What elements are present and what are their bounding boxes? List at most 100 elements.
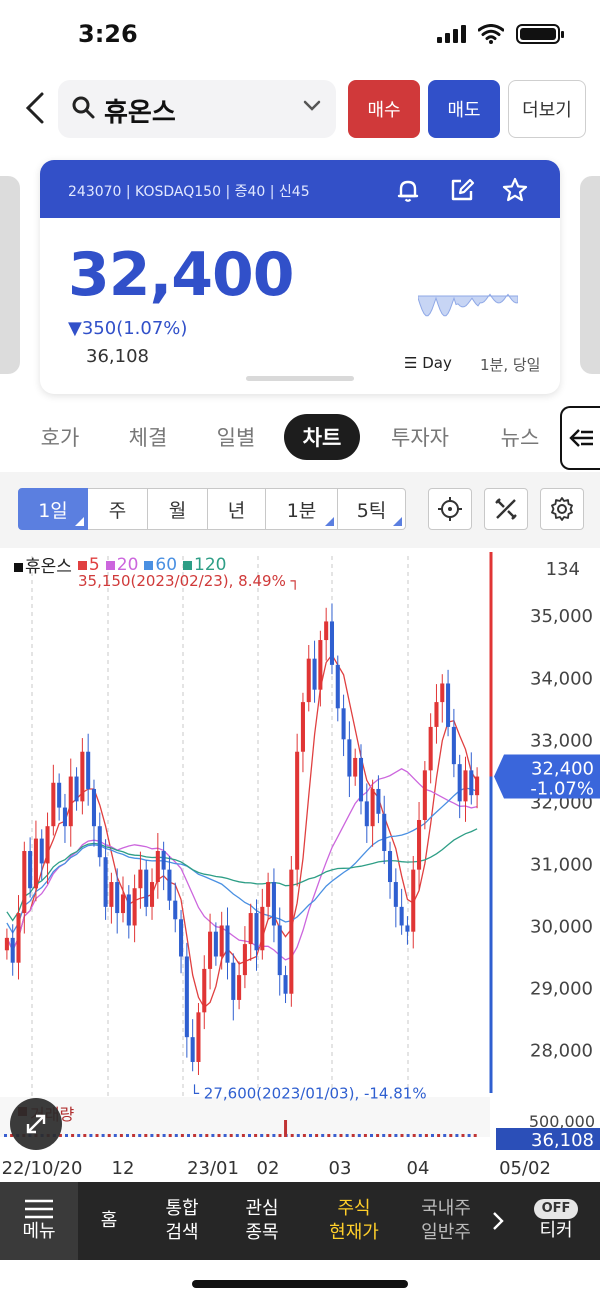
tab-investors[interactable]: 투자자 [374, 414, 466, 460]
hamburger-icon [25, 1199, 53, 1219]
wifi-icon [478, 24, 504, 44]
candle-body [149, 882, 155, 907]
candle-body [440, 683, 445, 703]
price-chart[interactable]: 거래량500,00036,108 35,00034,00033,00032,00… [0, 548, 600, 1182]
period-week[interactable]: 주 [88, 488, 148, 530]
candle-body [62, 807, 67, 827]
candle-body [387, 851, 393, 883]
candle-body [446, 683, 451, 727]
candle-body [173, 900, 178, 920]
next-card-edge[interactable] [580, 176, 600, 374]
nav-scroll-right[interactable] [486, 1182, 510, 1260]
period-month[interactable]: 월 [148, 488, 208, 530]
search-icon [72, 96, 95, 119]
card-drag-handle[interactable] [246, 376, 354, 381]
period-1min[interactable]: 1분 [266, 488, 338, 530]
candle-body [155, 851, 160, 883]
star-icon[interactable] [501, 176, 529, 204]
candle-body [318, 640, 323, 690]
volume-bar [363, 1134, 367, 1137]
intraday-mini-chart[interactable] [418, 288, 518, 328]
candlestick-chart-svg[interactable]: 거래량500,00036,108 35,00034,00033,00032,00… [0, 548, 600, 1182]
sell-button[interactable]: 매도 [428, 80, 500, 138]
chevron-down-icon [303, 100, 321, 111]
volume-scale-label: 134 [546, 559, 580, 580]
candle-body [295, 751, 300, 870]
buy-button[interactable]: 매수 [348, 80, 420, 138]
candle-body [382, 813, 387, 852]
bottom-navigation: 메뉴 홈 통합 검색 관심 종목 주식 현재가 국내주 일반주 OFF 티커 [0, 1182, 600, 1260]
menu-button[interactable]: 메뉴 [0, 1182, 78, 1260]
volume-bar [357, 1134, 361, 1137]
period-selector: 1일 주 월 년 1분 5틱 [18, 488, 406, 530]
volume-bar [424, 1134, 428, 1137]
nav-home[interactable]: 홈 [82, 1182, 136, 1260]
nav-integrated-search[interactable]: 통합 검색 [146, 1182, 218, 1260]
period-year[interactable]: 년 [208, 488, 266, 530]
drawing-tools-button[interactable] [484, 488, 528, 530]
volume-bar [223, 1134, 227, 1137]
crosshair-button[interactable] [428, 488, 472, 530]
previous-card-edge[interactable] [0, 176, 20, 374]
volume-bar [278, 1134, 282, 1137]
gear-icon [551, 497, 573, 521]
volume-bar [406, 1134, 410, 1137]
candle-body [428, 726, 433, 771]
candle-body [347, 739, 352, 777]
period-5tick[interactable]: 5틱 [338, 488, 406, 530]
volume-bar [168, 1134, 172, 1137]
nav-watchlist[interactable]: 관심 종목 [226, 1182, 298, 1260]
x-axis-label: 12 [112, 1158, 135, 1179]
x-axis-label: 23/01 [187, 1158, 239, 1179]
volume-bar [302, 1134, 306, 1137]
period-dropdown-marker [75, 517, 84, 526]
period-day-selector[interactable]: ☰ Day [404, 354, 452, 372]
y-tick-label: 35,000 [530, 606, 593, 627]
chart-settings-button[interactable] [540, 488, 584, 530]
candle-body [266, 882, 271, 907]
candle-body [219, 925, 224, 957]
volume-bar [205, 1134, 209, 1137]
volume-bar [339, 1134, 343, 1137]
candle-body [10, 937, 15, 963]
volume-bar [254, 1134, 258, 1137]
candle-body [132, 888, 137, 926]
candle-body [417, 819, 422, 870]
quote-card-header: 243070 | KOSDAQ150 | 증40 | 신45 [40, 160, 560, 218]
stock-search-box[interactable]: 휴온스 [58, 80, 336, 138]
volume-bar [71, 1134, 75, 1137]
ticker-toggle[interactable]: OFF 티커 [520, 1182, 592, 1260]
volume-bar [138, 1134, 142, 1137]
more-button[interactable]: 더보기 [508, 80, 586, 138]
expand-tabs-button[interactable] [560, 406, 600, 470]
volume-bar [315, 1134, 319, 1137]
period-1day[interactable]: 1일 [18, 488, 88, 530]
volume-bar [211, 1134, 215, 1137]
ma60-line [6, 787, 478, 935]
volume-bar [162, 1134, 166, 1137]
volume-bar [217, 1134, 221, 1137]
edit-icon[interactable] [448, 176, 476, 204]
candle-body [57, 782, 62, 808]
tab-news[interactable]: 뉴스 [480, 414, 560, 460]
ticker-toggle-state: OFF [533, 1199, 579, 1219]
tab-chart[interactable]: 차트 [284, 414, 360, 460]
bell-icon[interactable] [394, 176, 422, 204]
volume-bar [126, 1134, 129, 1137]
candle-body [196, 1012, 201, 1062]
period-month-label: 월 [168, 499, 187, 522]
legend-label-ma120: 120 [194, 554, 227, 575]
candle-body [74, 776, 79, 802]
volume-bar [351, 1134, 355, 1137]
nav-stock-price[interactable]: 주식 현재가 [312, 1182, 396, 1260]
volume-bar [394, 1134, 398, 1137]
volume-bar [65, 1134, 68, 1137]
y-tick-label: 34,000 [530, 668, 593, 689]
tab-orderbook[interactable]: 호가 [20, 414, 100, 460]
nav-domestic-general[interactable]: 국내주 일반주 [408, 1182, 484, 1260]
back-button[interactable] [22, 88, 52, 128]
tab-daily[interactable]: 일별 [196, 414, 276, 460]
tab-trades[interactable]: 체결 [108, 414, 188, 460]
candle-body [91, 788, 97, 827]
volume-bar [345, 1134, 349, 1137]
